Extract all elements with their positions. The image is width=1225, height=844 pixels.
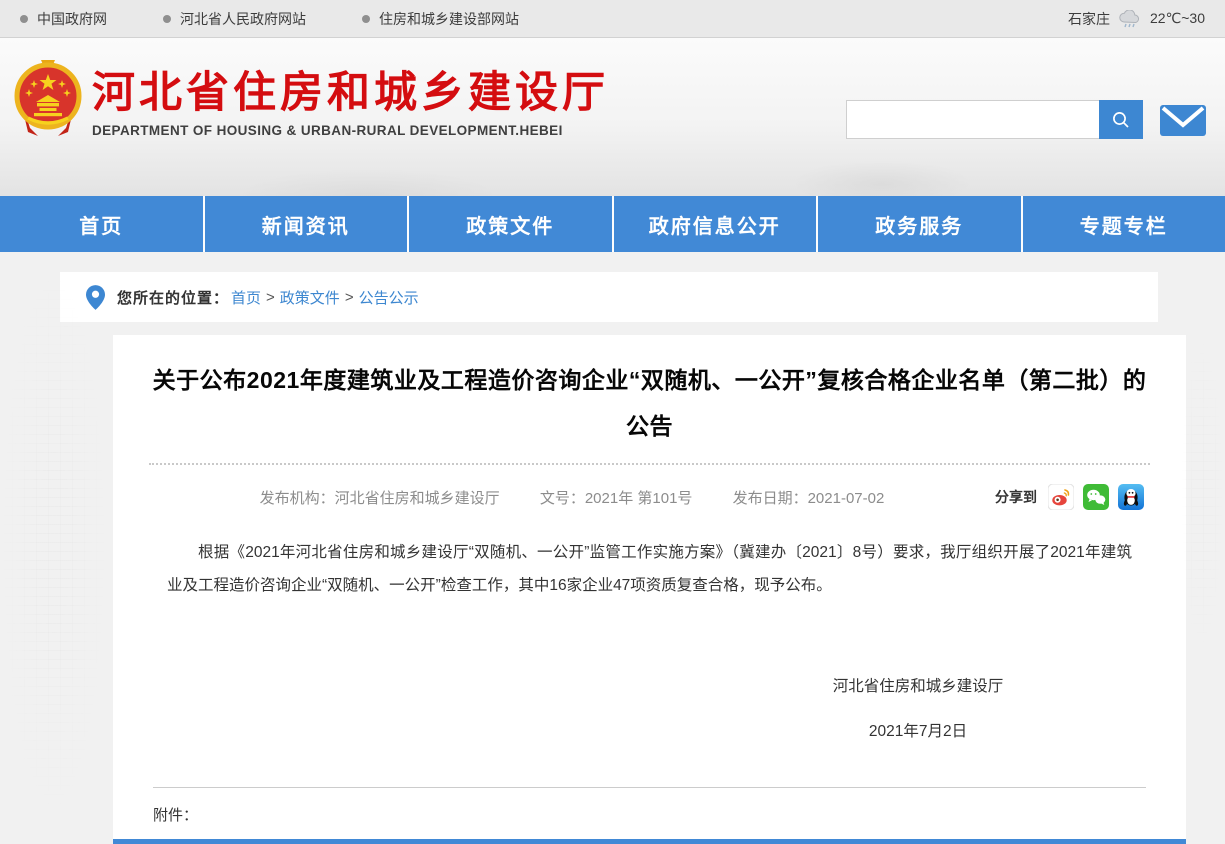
nav-gov-info[interactable]: 政府信息公开 xyxy=(612,196,817,252)
breadcrumb-separator: > xyxy=(266,289,275,306)
site-subtitle: DEPARTMENT OF HOUSING & URBAN-RURAL DEVE… xyxy=(92,123,609,138)
title-divider xyxy=(149,463,1150,465)
location-pin-icon xyxy=(86,285,105,310)
brand-text: 河北省住房和城乡建设厅 DEPARTMENT OF HOUSING & URBA… xyxy=(92,58,609,138)
article-body: 根据《2021年河北省住房和城乡建设厅“双随机、一公开”监管工作实施方案》（冀建… xyxy=(167,536,1132,602)
weather-temp: 22℃~30 xyxy=(1150,10,1205,27)
search-button[interactable] xyxy=(1099,100,1143,139)
footer-accent-strip xyxy=(113,839,1186,844)
signature-agency: 河北省住房和城乡建设厅 xyxy=(758,674,1078,696)
signature-block: 河北省住房和城乡建设厅 2021年7月2日 xyxy=(758,674,1078,741)
left-watermark-art xyxy=(0,262,108,822)
attachment-divider xyxy=(153,787,1146,788)
meta-agency: 发布机构：河北省住房和城乡建设厅 xyxy=(260,490,500,507)
header-tools xyxy=(846,100,1207,140)
share-label: 分享到 xyxy=(995,487,1037,507)
nav-home[interactable]: 首页 xyxy=(0,196,203,252)
attachment-label: 附件： xyxy=(153,804,1146,825)
top-link-label: 中国政府网 xyxy=(37,9,107,29)
top-links: 中国政府网 河北省人民政府网站 住房和城乡建设部网站 xyxy=(20,9,519,29)
search-icon xyxy=(1110,109,1132,131)
breadcrumb-label: 您所在的位置： xyxy=(117,287,229,308)
breadcrumb-wrap: 您所在的位置： 首页 > 政策文件 > 公告公示 xyxy=(0,252,1225,322)
link-hebei-gov[interactable]: 河北省人民政府网站 xyxy=(163,9,306,29)
nav-special[interactable]: 专题专栏 xyxy=(1021,196,1225,252)
article-card: 关于公布2021年度建筑业及工程造价咨询企业“双随机、一公开”复核合格企业名单（… xyxy=(113,335,1186,844)
share-bar: 分享到 xyxy=(995,484,1150,510)
breadcrumb-separator: > xyxy=(345,289,354,306)
article-title: 关于公布2021年度建筑业及工程造价咨询企业“双随机、一公开”复核合格企业名单（… xyxy=(149,357,1150,449)
weather-city: 石家庄 xyxy=(1068,9,1110,29)
top-link-label: 住房和城乡建设部网站 xyxy=(379,9,519,29)
article-meta: 发布机构：河北省住房和城乡建设厅 文号：2021年 第101号 发布日期：202… xyxy=(149,487,995,508)
meta-doc-number: 文号：2021年 第101号 xyxy=(540,490,693,507)
nav-services[interactable]: 政务服务 xyxy=(816,196,1021,252)
breadcrumb: 您所在的位置： 首页 > 政策文件 > 公告公示 xyxy=(60,272,1158,322)
national-emblem-icon xyxy=(14,58,82,143)
site-title: 河北省住房和城乡建设厅 xyxy=(92,70,609,116)
breadcrumb-home[interactable]: 首页 xyxy=(231,287,261,308)
top-link-label: 河北省人民政府网站 xyxy=(180,9,306,29)
main-nav: 首页 新闻资讯 政策文件 政府信息公开 政务服务 专题专栏 xyxy=(0,196,1225,252)
breadcrumb-announcements[interactable]: 公告公示 xyxy=(359,287,419,308)
wechat-icon[interactable] xyxy=(1083,484,1109,510)
bullet-icon xyxy=(362,15,370,23)
breadcrumb-policy[interactable]: 政策文件 xyxy=(280,287,340,308)
page: 中国政府网 河北省人民政府网站 住房和城乡建设部网站 石家庄 22 xyxy=(0,0,1225,844)
weather-widget: 石家庄 22℃~30 xyxy=(1068,9,1205,29)
bullet-icon xyxy=(20,15,28,23)
link-mohurd[interactable]: 住房和城乡建设部网站 xyxy=(362,9,519,29)
meta-publish-date: 发布日期：2021-07-02 xyxy=(733,490,885,507)
nav-policy[interactable]: 政策文件 xyxy=(407,196,612,252)
search-input[interactable] xyxy=(846,100,1099,139)
signature-date: 2021年7月2日 xyxy=(758,719,1078,741)
qq-icon[interactable] xyxy=(1118,484,1144,510)
weather-icon xyxy=(1118,10,1142,28)
mail-icon[interactable] xyxy=(1159,100,1207,140)
site-header: 河北省住房和城乡建设厅 DEPARTMENT OF HOUSING & URBA… xyxy=(0,38,1225,196)
link-gov-cn[interactable]: 中国政府网 xyxy=(20,9,107,29)
site-logo-link[interactable]: 河北省住房和城乡建设厅 DEPARTMENT OF HOUSING & URBA… xyxy=(14,58,609,143)
top-bar: 中国政府网 河北省人民政府网站 住房和城乡建设部网站 石家庄 22 xyxy=(0,0,1225,38)
article-meta-row: 发布机构：河北省住房和城乡建设厅 文号：2021年 第101号 发布日期：202… xyxy=(149,484,1150,510)
weibo-icon[interactable] xyxy=(1048,484,1074,510)
article-title-line1: 关于公布2021年度建筑业及工程造价咨询企业“双随机、一公开”复核合格企业名单（… xyxy=(153,367,1147,393)
nav-news[interactable]: 新闻资讯 xyxy=(203,196,408,252)
article-title-line2: 公告 xyxy=(626,413,673,439)
search-box xyxy=(846,100,1143,139)
bullet-icon xyxy=(163,15,171,23)
